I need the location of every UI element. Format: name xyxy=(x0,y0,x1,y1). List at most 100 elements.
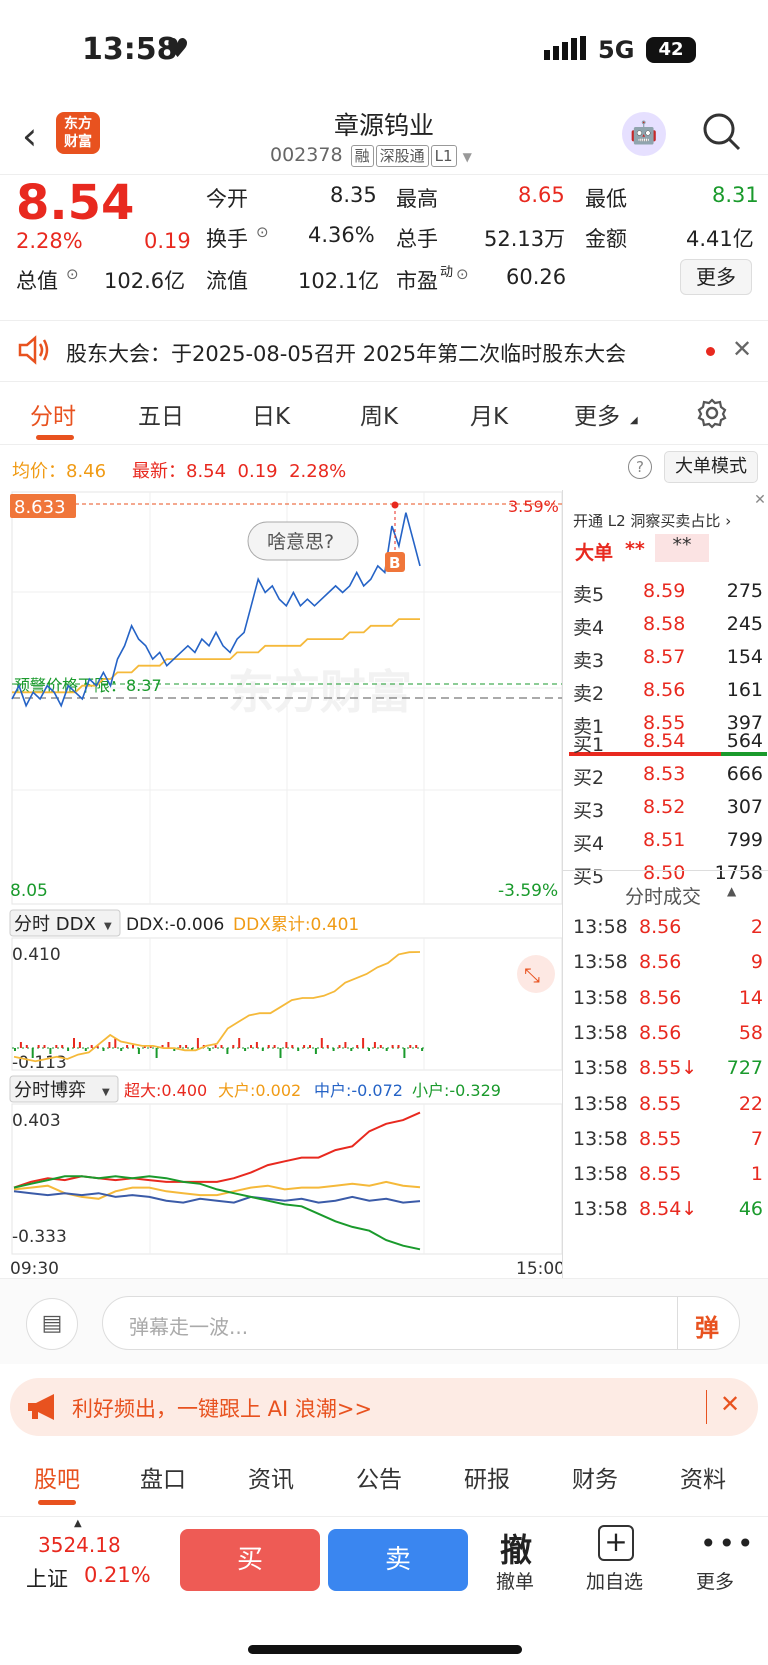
row-label: 卖4 xyxy=(573,617,605,639)
tab-more[interactable]: 更多 xyxy=(574,397,620,431)
trade-bar: ▲ 3524.18 上证 0.21% 买 卖 撤 撤单 + 加自选 ••• 更多 xyxy=(0,1517,768,1665)
tab-weekly-k[interactable]: 周K xyxy=(360,397,398,431)
comment-input[interactable]: 弹幕走一波... 弹 xyxy=(102,1296,740,1350)
ask-row: 卖3 8.57 154 xyxy=(563,644,768,674)
ddx-bar xyxy=(332,1048,335,1051)
info-icon[interactable]: ⊙ xyxy=(456,265,469,283)
danmu-settings-icon[interactable]: ▤ xyxy=(26,1298,78,1350)
ticks-title[interactable]: 分时成交 xyxy=(625,882,701,909)
clock: 13:58 xyxy=(82,32,178,67)
more-icon[interactable]: ••• xyxy=(700,1527,756,1560)
ddx-bar xyxy=(14,1048,16,1051)
ddx-bar xyxy=(84,1048,87,1051)
row-label: 13:58 xyxy=(573,1092,628,1115)
add-watchlist-icon[interactable]: + xyxy=(598,1525,634,1561)
ddx-bar xyxy=(226,1048,229,1054)
news-tab[interactable]: 财务 xyxy=(572,1460,618,1494)
promo-banner[interactable]: 利好频出，一键跟上 AI 浪潮>> ✕ xyxy=(10,1378,758,1436)
row-volume: 245 xyxy=(726,613,763,635)
volume-label: 总手 xyxy=(396,227,438,251)
order-book: 开通 L2 洞察买卖占比 › ✕ 大单 ** ** 卖5 8.59 275 卖4 8.5… xyxy=(562,490,768,1278)
row-volume: 2 xyxy=(750,916,763,938)
news-tab[interactable]: 公告 xyxy=(356,1460,402,1494)
search-icon[interactable] xyxy=(702,112,742,156)
game-title: 分时博弈 xyxy=(14,1080,86,1101)
row-label: 13:58 xyxy=(573,1057,628,1080)
open-label: 今开 xyxy=(206,187,248,211)
big-order-mode-button[interactable]: 大单模式 xyxy=(664,451,758,483)
info-icon[interactable]: ⊙ xyxy=(256,223,269,241)
more-button[interactable]: 更多 xyxy=(680,259,752,295)
ddx-bar xyxy=(43,1045,46,1048)
x-end-label: 15:00 xyxy=(516,1259,562,1278)
news-tab[interactable]: 资讯 xyxy=(248,1460,294,1494)
comment-placeholder: 弹幕走一波... xyxy=(129,1315,249,1339)
row-label: 卖5 xyxy=(573,584,605,606)
notice-bar[interactable]: 股东大会：于2025-08-05召开 2025年第二次临时股东大会 ✕ xyxy=(0,320,768,382)
ddx-bar xyxy=(397,1045,400,1048)
turnover-value: 4.36% xyxy=(308,223,375,247)
help-icon[interactable]: ? xyxy=(628,455,652,479)
ddx-bar xyxy=(314,1048,317,1054)
row-price: 8.56 xyxy=(639,951,682,974)
chevron-down-icon: ▼ xyxy=(104,921,112,932)
buy-button[interactable]: 买 xyxy=(180,1529,320,1591)
ddx-bar xyxy=(261,1048,264,1051)
ddx-bar xyxy=(379,1045,382,1048)
row-volume: 58 xyxy=(738,1021,763,1044)
ddx-bar xyxy=(19,1042,22,1048)
robot-avatar-icon[interactable]: 🤖 xyxy=(622,112,666,156)
status-bar: 13:58 ♥ 5G 42 xyxy=(0,0,768,100)
sell-button[interactable]: 卖 xyxy=(328,1529,468,1591)
row-volume: 46 xyxy=(738,1198,763,1221)
row-price: 8.50 xyxy=(643,862,686,884)
tag-level: L1 xyxy=(430,145,457,167)
danmu-icon[interactable]: 弹 xyxy=(695,1308,719,1343)
amount-value: 4.41亿 xyxy=(686,227,754,251)
tab-daily-k[interactable]: 日K xyxy=(252,397,290,431)
tab-intraday[interactable]: 分时 xyxy=(30,397,76,431)
news-tab[interactable]: 股吧 xyxy=(34,1460,80,1494)
trade-tick-row: 13:58 8.55↓ 727 xyxy=(563,1055,768,1085)
big-order-value1: ** xyxy=(625,538,645,560)
more-label[interactable]: 更多 xyxy=(696,1567,734,1594)
row-price: 8.57 xyxy=(643,646,686,668)
float-label: 流值 xyxy=(206,269,248,293)
trade-tick-row: 13:58 8.55 7 xyxy=(563,1126,768,1156)
change-pct: 2.28% xyxy=(16,229,83,253)
cancel-order-label[interactable]: 撤单 xyxy=(496,1567,534,1594)
ddx-bar xyxy=(90,1045,93,1048)
ddx-bar xyxy=(31,1048,34,1058)
close-icon[interactable]: ✕ xyxy=(751,492,768,510)
row-volume: 1758 xyxy=(714,862,763,884)
tab-five-day[interactable]: 五日 xyxy=(138,397,184,431)
cancel-icon[interactable]: 撤 xyxy=(500,1525,532,1571)
ddx-bar xyxy=(238,1038,241,1048)
row-volume: 799 xyxy=(726,829,763,851)
info-icon[interactable]: ⊙ xyxy=(66,265,79,283)
row-price: 8.51 xyxy=(643,829,686,851)
network-label: 5G xyxy=(598,36,635,64)
game-label-medium: 中户:-0.072 xyxy=(314,1081,403,1100)
news-tab[interactable]: 盘口 xyxy=(140,1460,186,1494)
news-tab[interactable]: 研报 xyxy=(464,1460,510,1494)
l2-promo[interactable]: 开通 L2 洞察买卖占比 › xyxy=(573,510,731,531)
row-price: 8.59 xyxy=(643,580,686,602)
gear-icon[interactable] xyxy=(696,397,728,433)
news-tab[interactable]: 资料 xyxy=(680,1460,726,1494)
intraday-chart[interactable]: 东方财富 8.633 3.59% 预警价格下限：8.37 8.05 -3.59%… xyxy=(0,490,565,1279)
tab-monthly-k[interactable]: 月K xyxy=(470,397,508,431)
close-icon[interactable]: ✕ xyxy=(732,335,752,363)
mktcap-label: 总值 xyxy=(16,269,58,293)
row-label: 买5 xyxy=(573,866,605,888)
chevron-down-icon[interactable]: ▼ xyxy=(463,150,472,164)
index-value[interactable]: 3524.18 xyxy=(38,1533,121,1557)
close-icon[interactable]: ✕ xyxy=(720,1390,740,1418)
row-price: 8.54 xyxy=(643,730,686,752)
row-volume: 1 xyxy=(750,1163,763,1186)
news-tab-underline xyxy=(38,1500,76,1505)
add-watchlist-label[interactable]: 加自选 xyxy=(586,1567,643,1594)
ddx-bar xyxy=(373,1042,376,1048)
trade-tick-row: 13:58 8.54↓ 46 xyxy=(563,1196,768,1226)
high-label: 最高 xyxy=(396,187,438,211)
